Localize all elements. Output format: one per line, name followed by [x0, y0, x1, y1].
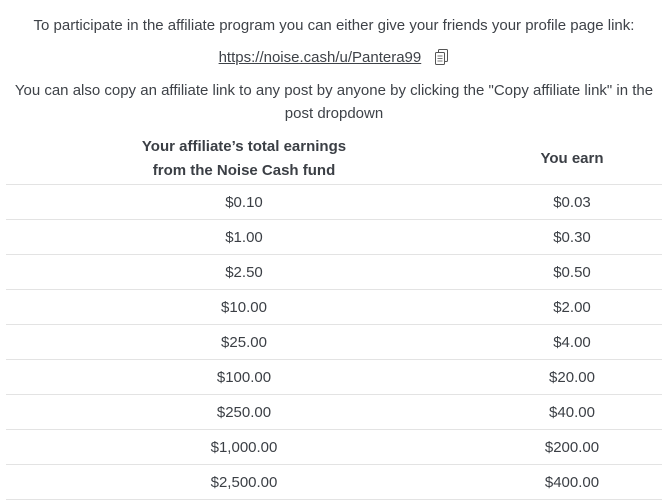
intro-text: To participate in the affiliate program … — [33, 17, 635, 34]
earnings-column-header: Your affiliate’s total earnings from the… — [6, 134, 482, 185]
table-row: $10.00 $2.00 — [6, 289, 662, 325]
table-row: $2,500.00 $400.00 — [6, 464, 662, 500]
profile-link-row: https://noise.cash/u/Pantera99 — [0, 46, 668, 72]
table-row: $2.50 $0.50 — [6, 254, 662, 290]
table-row: $0.10 $0.03 — [6, 184, 662, 220]
affiliate-panel: To participate in the affiliate program … — [0, 0, 668, 504]
earnings-cell: $1.00 — [6, 219, 482, 255]
you-earn-cell: $200.00 — [482, 429, 662, 465]
affiliate-post-hint: You can also copy an affiliate link to a… — [14, 82, 654, 122]
affiliate-earnings-table: Your affiliate’s total earnings from the… — [6, 134, 662, 500]
table-row: $250.00 $40.00 — [6, 394, 662, 430]
you-earn-cell: $2.00 — [482, 289, 662, 325]
you-earn-cell: $0.03 — [482, 184, 662, 220]
profile-link[interactable]: https://noise.cash/u/Pantera99 — [219, 49, 422, 66]
you-earn-cell: $400.00 — [482, 464, 662, 500]
you-earn-cell: $0.30 — [482, 219, 662, 255]
table-header-row: Your affiliate’s total earnings from the… — [6, 134, 662, 185]
table-row: $1.00 $0.30 — [6, 219, 662, 255]
you-earn-cell: $0.50 — [482, 254, 662, 290]
table-row: $1,000.00 $200.00 — [6, 429, 662, 465]
earnings-cell: $25.00 — [6, 324, 482, 360]
earnings-cell: $100.00 — [6, 359, 482, 395]
table-row: $25.00 $4.00 — [6, 324, 662, 360]
earnings-cell: $10.00 — [6, 289, 482, 325]
you-earn-cell: $4.00 — [482, 324, 662, 360]
earnings-cell: $2.50 — [6, 254, 482, 290]
earnings-cell: $0.10 — [6, 184, 482, 220]
you-earn-cell: $20.00 — [482, 359, 662, 395]
earnings-cell: $250.00 — [6, 394, 482, 430]
you-earn-column-header: You earn — [482, 134, 662, 185]
copy-icon[interactable] — [435, 49, 449, 72]
earnings-header-line2: from the Noise Cash fund — [152, 162, 336, 179]
table-row: $100.00 $20.00 — [6, 359, 662, 395]
earnings-cell: $2,500.00 — [6, 464, 482, 500]
you-earn-cell: $40.00 — [482, 394, 662, 430]
earnings-header-line1: Your affiliate’s total earnings — [141, 138, 347, 155]
earnings-cell: $1,000.00 — [6, 429, 482, 465]
